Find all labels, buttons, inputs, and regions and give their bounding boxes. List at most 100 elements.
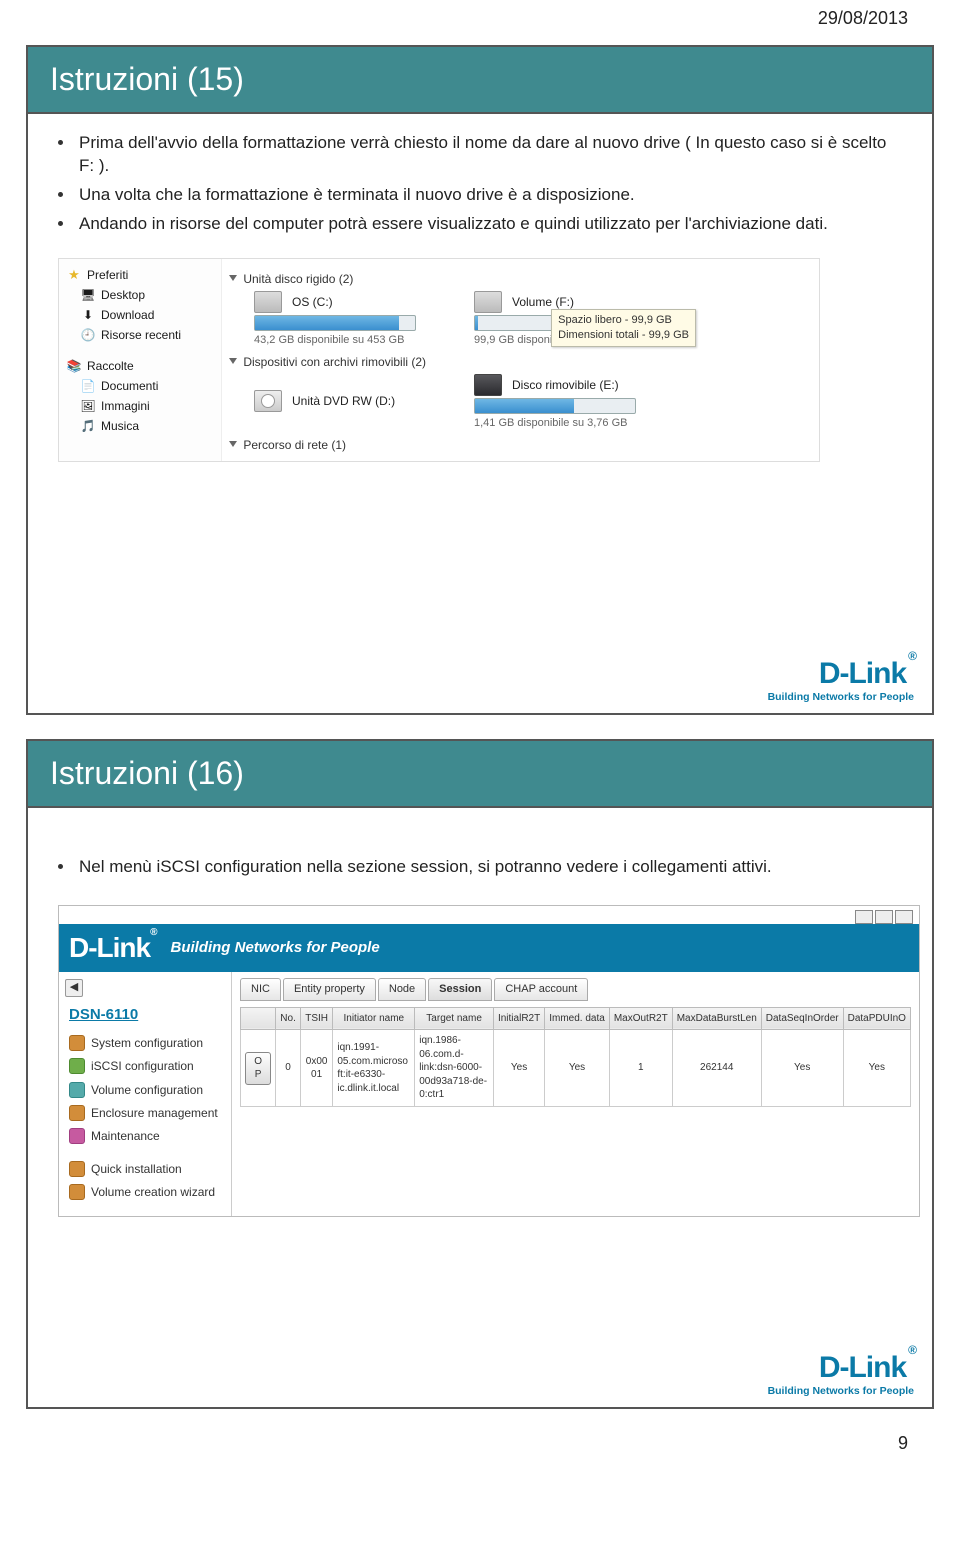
menu-label: Enclosure management [91,1105,218,1121]
sidebar-item[interactable]: 🕘 Risorse recenti [79,325,215,345]
bullet-dot [58,140,63,145]
wizard-icon [69,1161,85,1177]
drive-volume-f[interactable]: Volume (F:) 99,9 GB disponibili Spazio l… [474,291,684,348]
model-name[interactable]: DSN-6110 [69,1005,225,1025]
menu-enclosure[interactable]: Enclosure management [65,1103,225,1123]
cell-immed: Yes [545,1030,610,1107]
tab-session[interactable]: Session [428,978,492,1001]
expand-icon[interactable] [855,910,873,924]
dlink-logo: D-Link® Building Networks for People [768,1353,914,1397]
drive-row: OS (C:) 43,2 GB disponibile su 453 GB Vo… [254,291,811,348]
sidebar-item[interactable]: 🎵 Musica [79,416,215,436]
download-icon: ⬇ [81,309,95,321]
dlink-tagline: Building Networks for People [768,1385,914,1397]
tab-chap[interactable]: CHAP account [494,978,588,1001]
col-immed: Immed. data [545,1007,610,1030]
drive-name: Volume (F:) [512,294,574,310]
drive-removable[interactable]: Disco rimovibile (E:) 1,41 GB disponibil… [474,374,684,431]
tooltip-line: Dimensioni totali - 99,9 GB [558,328,689,343]
drive-category: Dispositivi con archivi rimovibili (2) [230,354,811,370]
col-no: No. [276,1007,301,1030]
bullet-text: Prima dell'avvio della formattazione ver… [79,132,902,178]
drive-os-c[interactable]: OS (C:) 43,2 GB disponibile su 453 GB [254,291,464,348]
sidebar-item-label: Risorse recenti [101,327,181,343]
slide-16: Istruzioni (16) Nel menù iSCSI configura… [26,739,934,1409]
tab-nic[interactable]: NIC [240,978,281,1001]
menu-iscsi-config[interactable]: iSCSI configuration [65,1056,225,1076]
bullet: Nel menù iSCSI configuration nella sezio… [58,856,902,879]
tooltip: Spazio libero - 99,9 GB Dimensioni total… [551,309,696,347]
cell-r2t: Yes [493,1030,544,1107]
dlink-brand: D-Link® [768,1353,914,1383]
menu-maintenance[interactable]: Maintenance [65,1126,225,1146]
cell-pdu: Yes [843,1030,910,1107]
favorites-label: Preferiti [87,267,128,283]
sidebar-item-label: Documenti [101,378,158,394]
expand-icon[interactable] [229,358,237,364]
drive-row: Unità DVD RW (D:) Disco rimovibile (E:) … [254,374,811,431]
slide-15: Istruzioni (15) Prima dell'avvio della f… [26,45,934,715]
admin-screenshot: D-Link® Building Networks for People ◀ D… [58,905,920,1217]
category-label: Unità disco rigido (2) [243,272,353,286]
menu-volume-wizard[interactable]: Volume creation wizard [65,1182,225,1202]
bullet: Prima dell'avvio della formattazione ver… [58,132,902,178]
tab-node[interactable]: Node [378,978,426,1001]
col-target: Target name [415,1007,494,1030]
menu-system-config[interactable]: System configuration [65,1033,225,1053]
bullet-dot [58,864,63,869]
sidebar-item[interactable]: 📄 Documenti [79,376,215,396]
bullet-text: Nel menù iSCSI configuration nella sezio… [79,856,902,879]
menu-quick-install[interactable]: Quick installation [65,1159,225,1179]
enclosure-icon [69,1105,85,1121]
hdd-icon [474,291,502,313]
table-row[interactable]: OP 0 0x0001 iqn.1991-05.com.microsoft:it… [241,1030,911,1107]
sidebar-item-label: Musica [101,418,139,434]
tab-entity[interactable]: Entity property [283,978,376,1001]
recent-icon: 🕘 [81,329,95,341]
expand-icon[interactable] [229,441,237,447]
window-controls [855,910,913,924]
page-number: 9 [0,1433,960,1468]
category-label: Dispositivi con archivi rimovibili (2) [243,355,426,369]
dlink-logo: D-Link® Building Networks for People [768,659,914,703]
star-icon: ★ [67,269,81,281]
favorites-header[interactable]: ★ Preferiti [65,265,215,285]
library-icon: 📚 [67,360,81,372]
collapse-icon[interactable]: ◀ [65,979,83,997]
bullet-dot [58,221,63,226]
op-button[interactable]: OP [245,1052,271,1085]
cell-target: iqn.1986-06.com.d-link:dsn-6000-00d93a71… [415,1030,494,1107]
slide-title: Istruzioni (15) [28,47,932,114]
drive-name: Unità DVD RW (D:) [292,393,395,409]
restore-icon[interactable] [875,910,893,924]
drive-dvd[interactable]: Unità DVD RW (D:) [254,390,464,414]
cell-burst: 262144 [672,1030,761,1107]
admin-sidebar: ◀ DSN-6110 System configuration iSCSI co… [59,972,232,1216]
col-maxout: MaxOutR2T [609,1007,672,1030]
libraries-header[interactable]: 📚 Raccolte [65,356,215,376]
usage-bar [474,398,636,414]
menu-label: Volume configuration [91,1082,203,1098]
tooltip-line: Spazio libero - 99,9 GB [558,313,689,328]
dlink-tagline: Building Networks for People [768,691,914,703]
menu-label: Maintenance [91,1128,160,1144]
col-burst: MaxDataBurstLen [672,1007,761,1030]
sidebar-item[interactable]: 🖥 Desktop [79,285,215,305]
menu-label: Volume creation wizard [91,1184,215,1200]
dlink-brand: D-Link® [69,929,156,967]
slide-body: Nel menù iSCSI configuration nella sezio… [28,808,932,1227]
cell-tsih: 0x0001 [300,1030,333,1107]
bullet-dot [58,192,63,197]
sidebar-item[interactable]: 🖼 Immagini [79,396,215,416]
sidebar-item[interactable]: ⬇ Download [79,305,215,325]
col-initiator: Initiator name [333,1007,415,1030]
close-icon[interactable] [895,910,913,924]
drive-sub: 43,2 GB disponibile su 453 GB [254,333,464,348]
explorer-main: Unità disco rigido (2) OS (C:) 43,2 GB d… [222,259,819,461]
drive-name: Disco rimovibile (E:) [512,377,619,393]
category-label: Percorso di rete (1) [243,438,346,452]
slide-title: Istruzioni (16) [28,741,932,808]
cell-op[interactable]: OP [241,1030,276,1107]
menu-volume-config[interactable]: Volume configuration [65,1080,225,1100]
expand-icon[interactable] [229,275,237,281]
